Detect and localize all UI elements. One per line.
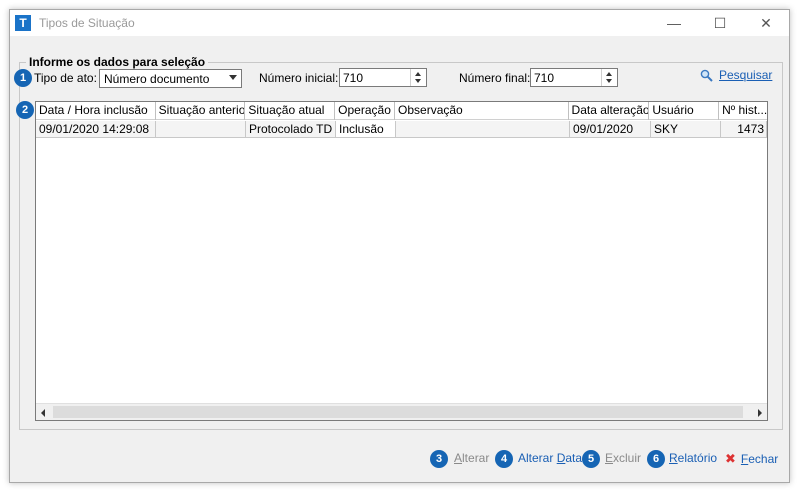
window-controls: — ☐ ✕: [651, 10, 789, 36]
alterar-button[interactable]: Alterar: [454, 451, 489, 465]
spin-down-icon[interactable]: [415, 79, 421, 83]
pesquisar-label: Pesquisar: [719, 68, 773, 82]
step-badge-1: 1: [14, 69, 32, 87]
maximize-button[interactable]: ☐: [697, 10, 743, 36]
tipo-ato-label: Tipo de ato:: [34, 71, 97, 85]
numero-inicial-label: Número inicial:: [259, 71, 339, 85]
col-header[interactable]: Situação atual: [245, 102, 336, 120]
numero-inicial-value: 710: [343, 70, 364, 85]
window-title: Tipos de Situação: [39, 16, 135, 30]
table-row[interactable]: 09/01/2020 14:29:08 Protocolado TD Inclu…: [36, 121, 767, 138]
scroll-right-icon[interactable]: [758, 409, 762, 417]
col-header[interactable]: Usuário: [649, 102, 720, 120]
tipo-ato-select[interactable]: Número documento: [99, 69, 242, 88]
magnifier-icon: [700, 69, 713, 82]
cell-operacao: Inclusão: [336, 121, 396, 138]
relatorio-button[interactable]: Relatório: [669, 451, 717, 465]
chevron-down-icon[interactable]: [229, 75, 237, 80]
spin-up-icon[interactable]: [415, 72, 421, 76]
title-bar: T Tipos de Situação — ☐ ✕: [10, 10, 789, 36]
cell-numero-historico: 1473: [721, 121, 767, 138]
app-logo-icon: T: [15, 15, 31, 31]
cell-data-hora: 09/01/2020 14:29:08: [36, 121, 156, 138]
numero-final-stepper[interactable]: 710: [530, 68, 618, 87]
horizontal-scrollbar[interactable]: [36, 403, 767, 420]
group-title: Informe os dados para seleção: [26, 55, 209, 69]
col-header[interactable]: Data / Hora inclusão: [36, 102, 156, 120]
alterar-data-button[interactable]: Alterar Data: [518, 451, 582, 465]
pesquisar-button[interactable]: Pesquisar: [700, 68, 772, 82]
spin-up-icon[interactable]: [606, 72, 612, 76]
fechar-button[interactable]: ✖ Fechar: [725, 451, 778, 467]
tipo-ato-value: Número documento: [104, 71, 210, 86]
col-header[interactable]: Situação anterior: [156, 102, 246, 120]
step-badge-3: 3: [430, 450, 448, 468]
cell-usuario: SKY: [651, 121, 721, 138]
excluir-button[interactable]: Excluir: [605, 451, 641, 465]
cell-situacao-atual: Protocolado TD: [246, 121, 336, 138]
cell-observacao: [396, 121, 570, 138]
numero-final-label: Número final:: [459, 71, 531, 85]
step-badge-5: 5: [582, 450, 600, 468]
close-window-button[interactable]: ✕: [743, 10, 789, 36]
col-header[interactable]: Operação: [335, 102, 396, 120]
col-header[interactable]: Nº hist...: [719, 102, 767, 120]
step-badge-2: 2: [16, 101, 34, 119]
minimize-button[interactable]: —: [651, 10, 697, 36]
cell-data-alteracao: 09/01/2020: [570, 121, 651, 138]
tipos-situacao-window: T Tipos de Situação — ☐ ✕ Informe os dad…: [9, 9, 790, 483]
step-badge-6: 6: [647, 450, 665, 468]
step-badge-4: 4: [495, 450, 513, 468]
scroll-thumb[interactable]: [53, 406, 743, 418]
close-x-icon: ✖: [725, 451, 736, 466]
history-grid[interactable]: Data / Hora inclusão Situação anterior S…: [35, 101, 768, 421]
scroll-left-icon[interactable]: [41, 409, 45, 417]
numero-inicial-stepper[interactable]: 710: [339, 68, 427, 87]
col-header[interactable]: Observação: [395, 102, 569, 120]
grid-header: Data / Hora inclusão Situação anterior S…: [36, 102, 767, 120]
spin-down-icon[interactable]: [606, 79, 612, 83]
cell-situacao-anterior: [156, 121, 246, 138]
numero-final-value: 710: [534, 70, 555, 85]
col-header[interactable]: Data alteração: [569, 102, 650, 120]
